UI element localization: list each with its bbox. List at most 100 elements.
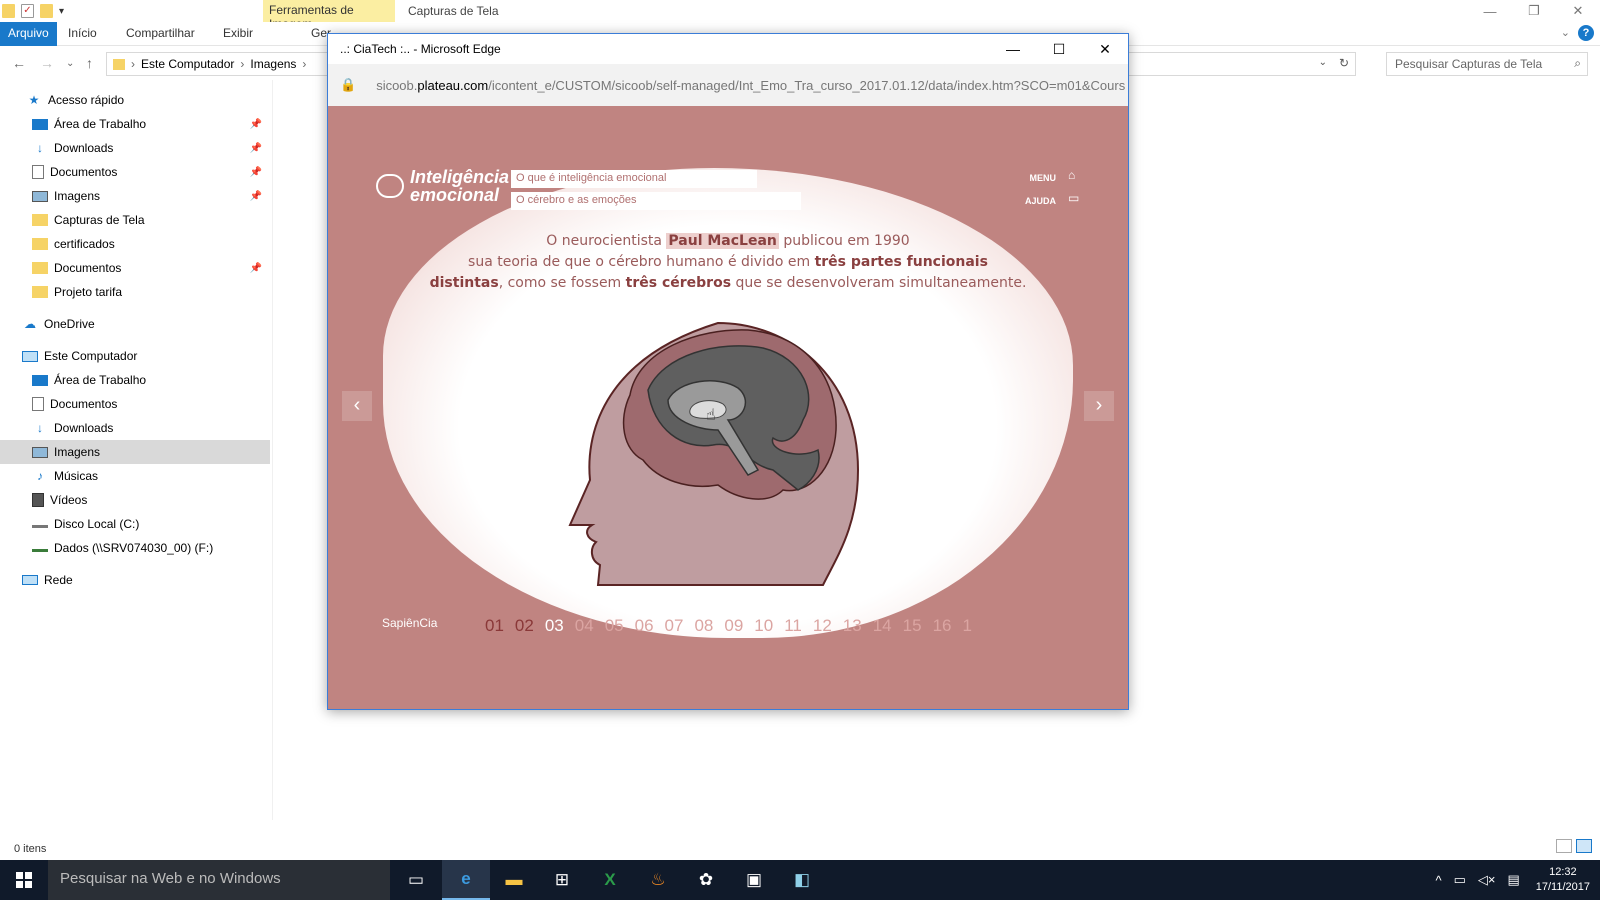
highlighted-name[interactable]: Paul MacLean <box>666 233 779 249</box>
sidebar-item-pc-imagens[interactable]: Imagens <box>0 440 270 464</box>
page-link[interactable]: 06 <box>635 616 654 636</box>
sidebar-item-capturas-de-tela[interactable]: Capturas de Tela <box>0 208 270 232</box>
properties-icon[interactable]: ✓ <box>21 4 34 18</box>
text-part: , como se fossem <box>498 275 626 291</box>
restore-button[interactable]: ❐ <box>1512 0 1556 22</box>
sidebar-item-onedrive[interactable]: ☁ OneDrive <box>0 312 270 336</box>
sidebar-item-label: Acesso rápido <box>48 93 125 107</box>
pictures-icon <box>32 190 48 202</box>
tab-arquivo[interactable]: Arquivo <box>0 22 57 46</box>
flame-app-taskbar-icon[interactable]: ♨ <box>634 860 682 900</box>
breadcrumb-imagens[interactable]: Imagens <box>250 57 296 71</box>
file-explorer-taskbar-icon[interactable]: ▬ <box>490 860 538 900</box>
sidebar-item-pc-disco-local[interactable]: Disco Local (C:) <box>0 512 270 536</box>
page-link[interactable]: 1 <box>962 616 971 636</box>
sidebar-item-pc-downloads[interactable]: ↓ Downloads <box>0 416 270 440</box>
edge-minimize-button[interactable]: — <box>990 34 1036 64</box>
page-link[interactable]: 02 <box>515 616 534 636</box>
context-tab-image-tools[interactable]: Ferramentas de Imagem <box>263 0 395 31</box>
forward-arrow-icon[interactable]: → <box>40 55 54 71</box>
help-icon[interactable]: ? <box>1578 25 1594 41</box>
large-icons-view-button[interactable] <box>1576 839 1592 853</box>
notes-app-taskbar-icon[interactable]: ◧ <box>778 860 826 900</box>
sidebar-item-pc-area-de-trabalho[interactable]: Área de Trabalho <box>0 368 270 392</box>
sidebar-item-este-computador[interactable]: Este Computador <box>0 344 270 368</box>
breadcrumb-este-computador[interactable]: Este Computador <box>141 57 234 71</box>
page-link[interactable]: 11 <box>784 616 802 636</box>
network-app-taskbar-icon[interactable]: ✿ <box>682 860 730 900</box>
previous-arrow-button[interactable]: ‹ <box>342 391 372 421</box>
page-link[interactable]: 05 <box>605 616 624 636</box>
ribbon-expand-icon[interactable]: ⌄ <box>1561 26 1570 39</box>
next-arrow-button[interactable]: › <box>1084 391 1114 421</box>
page-link[interactable]: 13 <box>843 616 862 636</box>
desktop-icon <box>32 118 48 130</box>
page-link[interactable]: 14 <box>873 616 892 636</box>
sidebar-item-acesso-rapido[interactable]: ★ Acesso rápido <box>0 88 270 112</box>
url-path: /icontent_e/CUSTOM/sicoob/self-managed/I… <box>488 77 1126 93</box>
sidebar-item-pc-documentos[interactable]: Documentos <box>0 392 270 416</box>
page-link[interactable]: 16 <box>933 616 952 636</box>
new-folder-icon[interactable] <box>40 4 53 18</box>
search-input[interactable]: Pesquisar Capturas de Tela ⌕ <box>1386 52 1588 76</box>
sidebar-item-pc-musicas[interactable]: ♪ Músicas <box>0 464 270 488</box>
excel-taskbar-icon[interactable]: X <box>586 860 634 900</box>
sidebar-item-rede[interactable]: Rede <box>0 568 270 592</box>
sidebar-item-label: Downloads <box>54 421 114 435</box>
sidebar-item-documentos[interactable]: Documentos 📌 <box>0 160 270 184</box>
address-dropdown-icon[interactable]: ⌄ <box>1319 57 1327 68</box>
network-status-icon[interactable]: ▭ <box>1448 872 1472 888</box>
breadcrumb-topic-1[interactable]: O que é inteligência emocional <box>511 170 757 188</box>
page-link[interactable]: 12 <box>813 616 832 636</box>
volume-muted-icon[interactable]: ◁× <box>1472 872 1502 888</box>
tab-compartilhar[interactable]: Compartilhar <box>118 22 203 46</box>
chat-bubble-icon[interactable]: ▭ <box>1068 191 1080 205</box>
sidebar-item-pc-videos[interactable]: Vídeos <box>0 488 270 512</box>
edge-maximize-button[interactable]: ☐ <box>1036 34 1082 64</box>
home-icon[interactable]: ⌂ <box>1068 168 1080 182</box>
menu-label[interactable]: MENU <box>1030 173 1057 183</box>
sidebar-item-area-de-trabalho[interactable]: Área de Trabalho 📌 <box>0 112 270 136</box>
page-link[interactable]: 08 <box>694 616 713 636</box>
customize-toolbar-icon[interactable]: ▾ <box>59 6 64 17</box>
sidebar-item-pc-dados[interactable]: Dados (\\SRV074030_00) (F:) <box>0 536 270 560</box>
start-button[interactable] <box>0 860 48 900</box>
up-arrow-icon[interactable]: ↑ <box>86 55 93 71</box>
page-link[interactable]: 10 <box>754 616 773 636</box>
page-link[interactable]: 01 <box>485 616 504 636</box>
tab-inicio[interactable]: Início <box>60 22 105 46</box>
page-link[interactable]: 09 <box>724 616 743 636</box>
page-link-current[interactable]: 03 <box>545 616 564 636</box>
sidebar-item-projeto-tarifa[interactable]: Projeto tarifa <box>0 280 270 304</box>
sidebar-item-downloads[interactable]: ↓ Downloads 📌 <box>0 136 270 160</box>
folder-icon[interactable] <box>2 4 15 18</box>
page-link[interactable]: 15 <box>903 616 922 636</box>
minimize-button[interactable]: — <box>1468 0 1512 22</box>
page-link[interactable]: 04 <box>575 616 594 636</box>
page-link[interactable]: 07 <box>665 616 684 636</box>
brain-head-illustration[interactable]: ☝ <box>568 320 868 590</box>
edge-address-bar[interactable]: 🔒 sicoob.plateau.com/icontent_e/CUSTOM/s… <box>328 64 1128 106</box>
sidebar-item-documentos-2[interactable]: Documentos 📌 <box>0 256 270 280</box>
sidebar-item-certificados[interactable]: certificados <box>0 232 270 256</box>
pane-divider[interactable] <box>272 80 273 820</box>
clock[interactable]: 12:32 17/11/2017 <box>1526 865 1600 895</box>
details-view-button[interactable] <box>1556 839 1572 853</box>
help-label[interactable]: AJUDA <box>1025 196 1056 206</box>
recent-locations-icon[interactable]: ⌄ <box>66 58 74 69</box>
tab-exibir[interactable]: Exibir <box>215 22 261 46</box>
refresh-icon[interactable]: ↻ <box>1339 56 1349 70</box>
show-hidden-icons-icon[interactable]: ^ <box>1429 873 1447 888</box>
music-icon: ♪ <box>37 469 43 483</box>
action-center-icon[interactable]: ▤ <box>1501 872 1525 888</box>
photos-taskbar-icon[interactable]: ▣ <box>730 860 778 900</box>
back-arrow-icon[interactable]: ← <box>12 55 26 71</box>
close-button[interactable]: ✕ <box>1556 0 1600 22</box>
edge-taskbar-icon[interactable]: e <box>442 860 490 900</box>
store-taskbar-icon[interactable]: ⊞ <box>538 860 586 900</box>
task-view-icon[interactable]: ▭ <box>392 860 440 900</box>
edge-close-button[interactable]: ✕ <box>1082 34 1128 64</box>
breadcrumb-topic-2[interactable]: O cérebro e as emoções <box>511 192 801 210</box>
sidebar-item-imagens[interactable]: Imagens 📌 <box>0 184 270 208</box>
taskbar-search-box[interactable]: Pesquisar na Web e no Windows <box>48 860 390 900</box>
